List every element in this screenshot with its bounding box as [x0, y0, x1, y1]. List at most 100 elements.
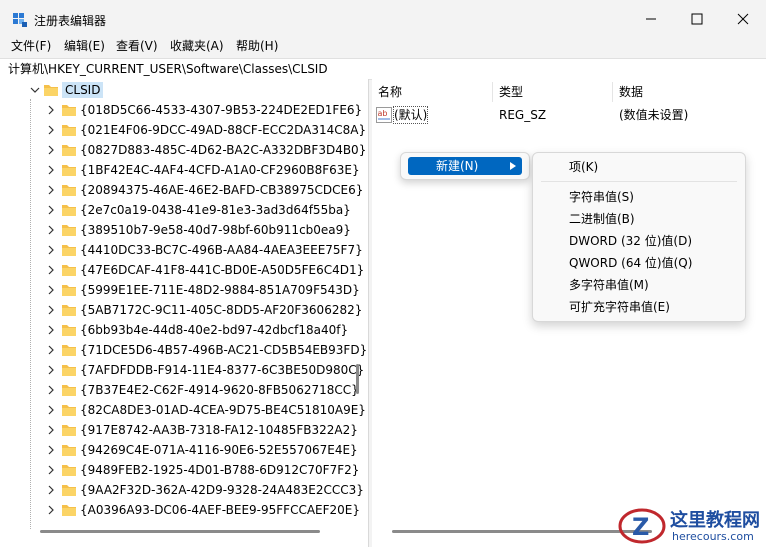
folder-icon [62, 245, 76, 256]
tree-item-label: {389510b7-9e58-40d7-98bf-60b911cb0ea9} [80, 223, 351, 237]
tree-item[interactable]: {917E8742-AA3B-7318-FA12-10485FB322A2} [0, 420, 368, 440]
chevron-right-icon[interactable] [46, 364, 56, 376]
tree-item-label: {82CA8DE3-01AD-4CEA-9D75-BE4C51810A9E} [80, 403, 366, 417]
maximize-button[interactable] [674, 0, 720, 38]
menu-help[interactable]: 帮助(H) [236, 38, 278, 54]
submenu-item-key[interactable]: 项(K) [569, 159, 598, 175]
tree-item[interactable]: {1BF42E4C-4AF4-4CFD-A1A0-CF2960B8F63E} [0, 160, 368, 180]
tree-item[interactable]: {A0396A93-DC06-4AEF-BEE9-95FFCCAEF20E} [0, 500, 368, 520]
submenu-item-qword[interactable]: QWORD (64 位)值(Q) [569, 255, 692, 271]
chevron-right-icon[interactable] [46, 444, 56, 456]
watermark: Z 这里教程网 herecours.com [618, 502, 766, 547]
chevron-right-icon[interactable] [46, 424, 56, 436]
submenu-item-dword[interactable]: DWORD (32 位)值(D) [569, 233, 692, 249]
window-title: 注册表编辑器 [34, 14, 107, 28]
minimize-button[interactable] [628, 0, 674, 38]
value-row[interactable]: ab (默认) REG_SZ (数值未设置) [372, 105, 766, 125]
chevron-right-icon[interactable] [46, 184, 56, 196]
tree-item[interactable]: {5999E1EE-711E-48D2-9884-851A709F543D} [0, 280, 368, 300]
chevron-right-icon[interactable] [46, 304, 56, 316]
menu-edit[interactable]: 编辑(E) [64, 38, 105, 54]
tree-item[interactable]: {7B37E4E2-C62F-4914-9620-8FB5062718CC} [0, 380, 368, 400]
chevron-right-icon[interactable] [46, 504, 56, 516]
tree-item[interactable]: {9489FEB2-1925-4D01-B788-6D912C70F7F2} [0, 460, 368, 480]
chevron-right-icon[interactable] [46, 244, 56, 256]
address-bar[interactable]: 计算机\HKEY_CURRENT_USER\Software\Classes\C… [0, 58, 766, 80]
submenu-item-multi-string[interactable]: 多字符串值(M) [569, 277, 649, 293]
menu-item-new[interactable]: 新建(N) [408, 157, 522, 175]
chevron-right-icon[interactable] [46, 264, 56, 276]
tree-item-clsid[interactable]: CLSID [0, 80, 368, 100]
tree-item[interactable]: {82CA8DE3-01AD-4CEA-9D75-BE4C51810A9E} [0, 400, 368, 420]
key-tree-pane[interactable]: CLSID {018D5C66-4533-4307-9B53-224DE2ED1… [0, 79, 369, 547]
menu-favorites[interactable]: 收藏夹(A) [170, 38, 224, 54]
chevron-right-icon [510, 162, 516, 170]
chevron-right-icon[interactable] [46, 324, 56, 336]
tree-item[interactable]: {4410DC33-BC7C-496B-AA84-4AEA3EEE75F7} [0, 240, 368, 260]
folder-icon [62, 265, 76, 276]
tree-item[interactable]: {389510b7-9e58-40d7-98bf-60b911cb0ea9} [0, 220, 368, 240]
column-header-name[interactable]: 名称 [378, 84, 402, 104]
tree-item[interactable]: {021E4F06-9DCC-49AD-88CF-ECC2DA314C8A} [0, 120, 368, 140]
chevron-right-icon[interactable] [46, 464, 56, 476]
menu-view[interactable]: 查看(V) [116, 38, 158, 54]
column-separator[interactable] [612, 82, 613, 102]
tree-item-label: {7AFDFDDB-F914-11E4-8377-6C3BE50D980C} [80, 363, 365, 377]
tree-item-label: {9AA2F32D-362A-42D9-9328-24A483E2CCC3} [80, 483, 364, 497]
folder-icon [62, 305, 76, 316]
tree-item-label: {7B37E4E2-C62F-4914-9620-8FB5062718CC} [80, 383, 359, 397]
tree-item[interactable]: {018D5C66-4533-4307-9B53-224DE2ED1FE6} [0, 100, 368, 120]
tree-item[interactable]: {2e7c0a19-0438-41e9-81e3-3ad3d64f55ba} [0, 200, 368, 220]
chevron-right-icon[interactable] [46, 144, 56, 156]
folder-icon [62, 185, 76, 196]
submenu-item-binary[interactable]: 二进制值(B) [569, 211, 635, 227]
folder-icon [62, 145, 76, 156]
tree-item-label: {9489FEB2-1925-4D01-B788-6D912C70F7F2} [80, 463, 360, 477]
tree-item[interactable]: {20894375-46AE-46E2-BAFD-CB38975CDCE6} [0, 180, 368, 200]
tree-item-label: {94269C4E-071A-4116-90E6-52E557067E4E} [80, 443, 358, 457]
tree-item[interactable]: {71DCE5D6-4B57-496B-AC21-CD5B54EB93FD} [0, 340, 368, 360]
value-data: (数值未设置) [619, 108, 689, 122]
close-button[interactable] [720, 0, 766, 38]
menu-file[interactable]: 文件(F) [11, 38, 51, 54]
tree-item[interactable]: {9AA2F32D-362A-42D9-9328-24A483E2CCC3} [0, 480, 368, 500]
chevron-right-icon[interactable] [46, 404, 56, 416]
chevron-right-icon[interactable] [46, 284, 56, 296]
tree-item-label: {917E8742-AA3B-7318-FA12-10485FB322A2} [80, 423, 358, 437]
menu-separator [541, 181, 737, 182]
values-horizontal-scrollbar[interactable] [392, 530, 652, 533]
registry-editor-icon [13, 13, 27, 27]
chevron-right-icon[interactable] [46, 124, 56, 136]
chevron-right-icon[interactable] [46, 484, 56, 496]
submenu-item-expandable-string[interactable]: 可扩充字符串值(E) [569, 299, 670, 315]
folder-icon [62, 485, 76, 496]
tree-horizontal-scrollbar[interactable] [40, 530, 320, 533]
submenu-item-string[interactable]: 字符串值(S) [569, 189, 634, 205]
tree-item[interactable]: {5AB7172C-9C11-405C-8DD5-AF20F3606282} [0, 300, 368, 320]
chevron-right-icon[interactable] [46, 204, 56, 216]
tree-item-label: {018D5C66-4533-4307-9B53-224DE2ED1FE6} [80, 103, 363, 117]
new-submenu: 项(K) 字符串值(S) 二进制值(B) DWORD (32 位)值(D) QWORD… [532, 152, 746, 322]
tree-item[interactable]: {94269C4E-071A-4116-90E6-52E557067E4E} [0, 440, 368, 460]
tree-item-label: {47E6DCAF-41F8-441C-BD0E-A50D5FE6C4D1} [80, 263, 365, 277]
chevron-right-icon[interactable] [46, 384, 56, 396]
tree-item[interactable]: {0827D883-485C-4D62-BA2C-A332DBF3D4B0} [0, 140, 368, 160]
tree-vertical-scrollbar[interactable] [356, 364, 359, 394]
tree-item[interactable]: {7AFDFDDB-F914-11E4-8377-6C3BE50D980C} [0, 360, 368, 380]
column-separator[interactable] [492, 82, 493, 102]
chevron-right-icon[interactable] [46, 104, 56, 116]
chevron-right-icon[interactable] [46, 344, 56, 356]
column-header-type[interactable]: 类型 [499, 84, 523, 104]
tree-item-label: {5999E1EE-711E-48D2-9884-851A709F543D} [80, 283, 360, 297]
folder-icon [62, 385, 76, 396]
folder-icon [62, 445, 76, 456]
column-header-data[interactable]: 数据 [619, 84, 643, 104]
tree-item[interactable]: {47E6DCAF-41F8-441C-BD0E-A50D5FE6C4D1} [0, 260, 368, 280]
chevron-right-icon[interactable] [46, 224, 56, 236]
folder-icon [62, 425, 76, 436]
tree-item[interactable]: {6bb93b4e-44d8-40e2-bd97-42dbcf18a40f} [0, 320, 368, 340]
tree-item-label: {5AB7172C-9C11-405C-8DD5-AF20F3606282} [80, 303, 363, 317]
chevron-right-icon[interactable] [46, 164, 56, 176]
chevron-down-icon[interactable] [30, 84, 40, 96]
tree-item-label: CLSID [62, 82, 104, 98]
